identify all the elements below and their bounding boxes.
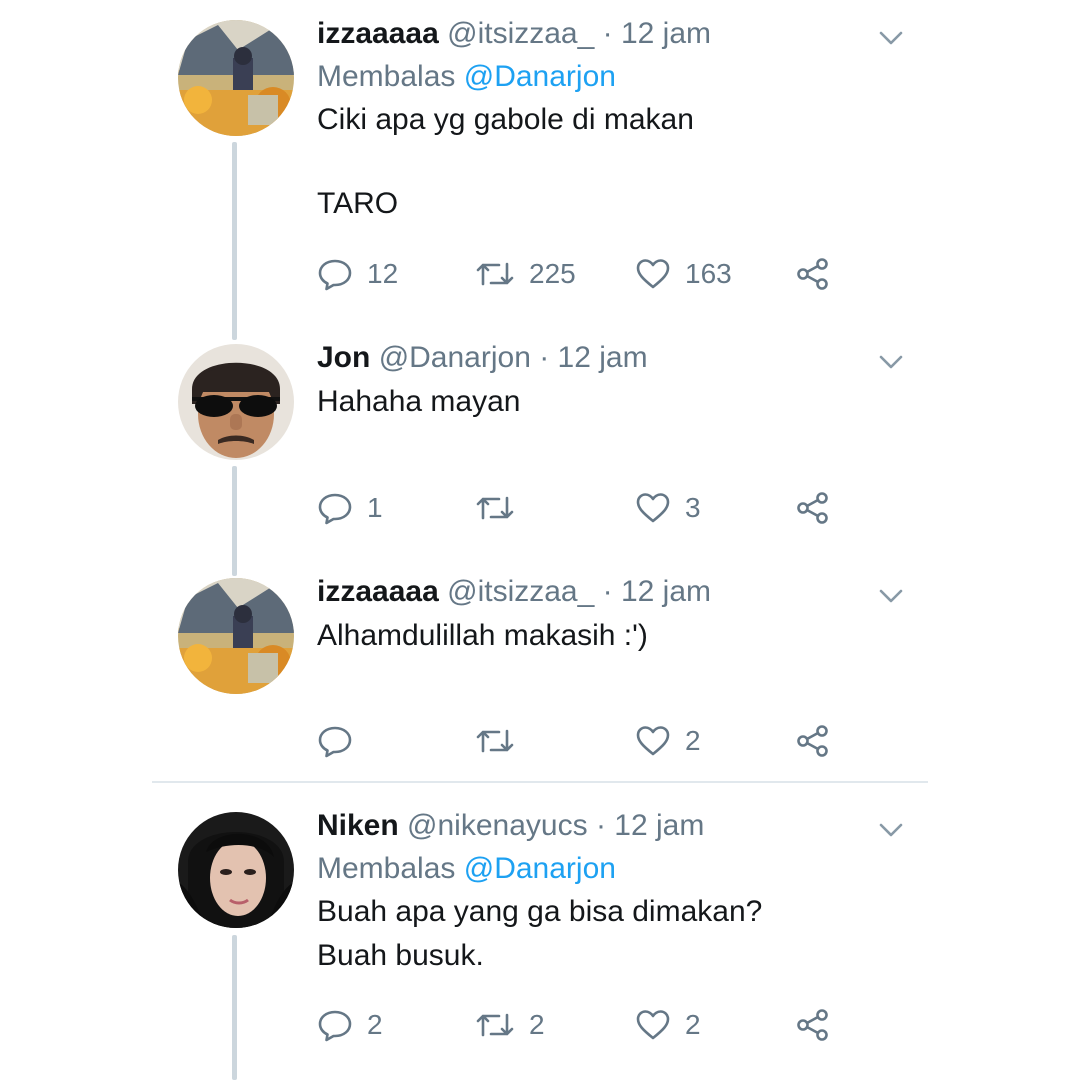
author-handle[interactable]: @itsizzaa_ (447, 17, 594, 50)
avatar[interactable] (178, 812, 294, 928)
like-count: 2 (685, 725, 701, 756)
reply-icon (317, 256, 353, 292)
tweet-actions: 2 2 2 (317, 1005, 837, 1045)
chevron-down-icon[interactable] (878, 583, 904, 609)
thread-line (232, 142, 237, 340)
like-count: 3 (685, 492, 701, 523)
avatar[interactable] (178, 344, 294, 460)
avatar[interactable] (178, 578, 294, 694)
retweet-icon (475, 490, 515, 526)
tweet-header: Niken @nikenayucs · 12 jam (317, 806, 917, 846)
tweet-text-line: Alhamdulillah makasih :') (317, 619, 648, 652)
reply-count: 2 (367, 1009, 383, 1040)
reply-button[interactable]: 1 (317, 488, 383, 528)
tweet-header: Jon @Danarjon · 12 jam (317, 338, 917, 378)
like-button[interactable]: 163 (635, 254, 732, 294)
share-button[interactable] (795, 1005, 831, 1045)
chevron-down-icon[interactable] (878, 817, 904, 843)
reply-button[interactable] (317, 721, 367, 761)
mention-link[interactable]: @Danarjon (464, 852, 616, 885)
reply-count: 12 (367, 258, 399, 289)
retweet-icon (475, 1007, 515, 1043)
tweet-text-line: Hahaha mayan (317, 385, 521, 418)
tweet-actions: 12 225 163 (317, 254, 837, 294)
retweet-count: 225 (529, 258, 576, 289)
heart-icon (635, 256, 671, 292)
share-button[interactable] (795, 721, 831, 761)
retweet-button[interactable]: 225 (475, 254, 576, 294)
reply-count: 1 (367, 492, 383, 523)
tweet-text-line: Buah busuk. (317, 939, 484, 972)
retweet-button[interactable]: 2 (475, 1005, 545, 1045)
share-button[interactable] (795, 254, 831, 294)
reply-icon (317, 723, 353, 759)
tweet-text-line: Buah apa yang ga bisa dimakan? (317, 895, 763, 928)
tweet-text: Hahaha mayan (317, 380, 917, 424)
timestamp[interactable]: · 12 jam (596, 809, 704, 842)
replying-to: Membalas @Danarjon (317, 848, 917, 890)
retweet-icon (475, 723, 515, 759)
heart-icon (635, 723, 671, 759)
like-button[interactable]: 2 (635, 1005, 701, 1045)
retweet-button[interactable] (475, 721, 529, 761)
chevron-down-icon[interactable] (878, 349, 904, 375)
thread-line (232, 466, 237, 576)
thread-line (232, 935, 237, 1080)
author-handle[interactable]: @Danarjon (379, 341, 531, 374)
timestamp[interactable]: · 12 jam (603, 575, 711, 608)
author-name[interactable]: izzaaaaa (317, 17, 439, 50)
tweet-header: izzaaaaa @itsizzaa_ · 12 jam (317, 14, 917, 54)
like-count: 163 (685, 258, 732, 289)
reply-icon (317, 490, 353, 526)
retweet-icon (475, 256, 515, 292)
tweet-text: Ciki apa yg gabole di makan TARO (317, 98, 917, 226)
author-handle[interactable]: @nikenayucs (407, 809, 588, 842)
mention-link[interactable]: @Danarjon (464, 60, 616, 93)
timestamp[interactable]: · 12 jam (603, 17, 711, 50)
replying-to: Membalas @Danarjon (317, 56, 917, 98)
author-name[interactable]: Niken (317, 809, 399, 842)
share-icon (795, 1007, 831, 1043)
tweet-text-line: Ciki apa yg gabole di makan (317, 103, 694, 136)
retweet-count: 2 (529, 1009, 545, 1040)
tweet-actions: 2 (317, 721, 837, 761)
heart-icon (635, 1007, 671, 1043)
chevron-down-icon[interactable] (878, 25, 904, 51)
author-handle[interactable]: @itsizzaa_ (447, 575, 594, 608)
like-button[interactable]: 2 (635, 721, 701, 761)
tweet-header: izzaaaaa @itsizzaa_ · 12 jam (317, 572, 917, 612)
reply-icon (317, 1007, 353, 1043)
thread-divider (152, 781, 928, 783)
avatar[interactable] (178, 20, 294, 136)
share-icon (795, 723, 831, 759)
like-count: 2 (685, 1009, 701, 1040)
replying-to-label: Membalas (317, 852, 456, 885)
timestamp[interactable]: · 12 jam (539, 341, 647, 374)
share-button[interactable] (795, 488, 831, 528)
replying-to-label: Membalas (317, 60, 456, 93)
author-name[interactable]: izzaaaaa (317, 575, 439, 608)
tweet-text: Alhamdulillah makasih :') (317, 614, 917, 658)
author-name[interactable]: Jon (317, 341, 370, 374)
share-icon (795, 256, 831, 292)
tweet-text-line: TARO (317, 187, 399, 220)
tweet-text: Buah apa yang ga bisa dimakan? Buah busu… (317, 890, 917, 978)
reply-button[interactable]: 12 (317, 254, 398, 294)
retweet-button[interactable] (475, 488, 529, 528)
reply-button[interactable]: 2 (317, 1005, 383, 1045)
share-icon (795, 490, 831, 526)
heart-icon (635, 490, 671, 526)
tweet-actions: 1 3 (317, 488, 837, 528)
like-button[interactable]: 3 (635, 488, 701, 528)
